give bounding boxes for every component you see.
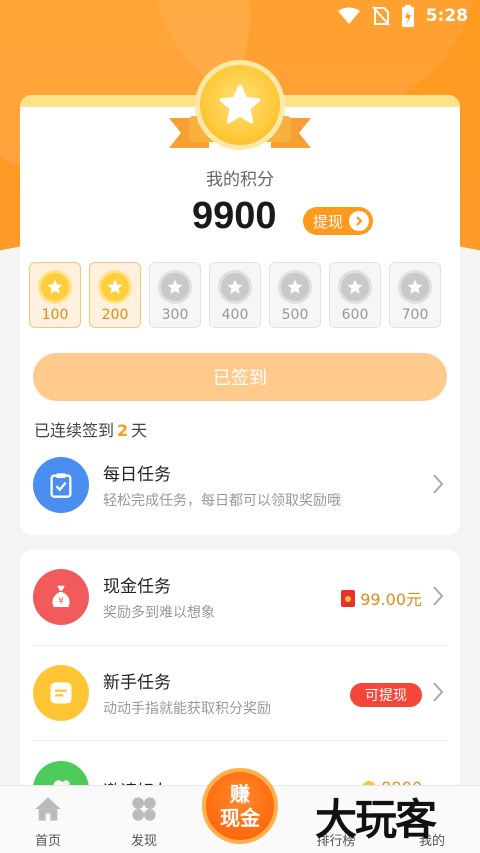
newbie-task-row[interactable]: 新手任务 动动手指就能获取积分奖励 可提现 [20,648,460,738]
checkin-day-amount: 700 [401,307,429,323]
daily-task-subtitle: 轻松完成任务，每日都可以领取奖励哦 [103,493,341,509]
points-medal [167,60,313,160]
checkin-streak: 已连续签到 2 天 [34,421,148,440]
streak-days: 2 [117,421,129,440]
checkin-day-1[interactable]: 100 [29,262,81,328]
checkin-day-amount: 600 [341,307,369,323]
withdraw-label: 提现 [313,212,344,231]
earn-cash-button[interactable]: 赚 现金 [202,768,278,844]
checkin-day-amount: 400 [221,307,249,323]
newbie-task-title: 新手任务 [103,673,171,693]
points-value: 9900 [192,195,277,237]
chevron-right-icon [349,211,369,231]
cash-task-subtitle: 奖励多到难以想象 [103,605,215,621]
tab-home[interactable]: 首页 [18,794,78,849]
star-coin-icon [158,270,192,304]
points-card: 我的积分 9900 提现 100 200 300 400 500 600 700 已签到 已… [20,60,460,535]
chevron-right-icon [433,474,444,494]
wifi-icon [337,7,360,24]
checkin-day-amount: 100 [41,307,69,323]
checkin-day-5[interactable]: 500 [269,262,321,328]
checkin-day-4[interactable]: 400 [209,262,261,328]
withdraw-button[interactable]: 提现 [303,207,373,235]
checkin-day-6[interactable]: 600 [329,262,381,328]
status-bar: 5:28 [0,0,480,32]
daily-task-title: 每日任务 [103,465,171,485]
chevron-right-icon [433,682,444,702]
star-coin-icon [98,270,132,304]
star-coin-icon [338,270,372,304]
signed-in-button[interactable]: 已签到 [33,353,447,401]
withdrawable-badge: 可提现 [350,683,422,707]
star-coin-icon [218,270,252,304]
watermark-logo: 大玩客 [315,795,437,844]
newbie-task-subtitle: 动动手指就能获取积分奖励 [103,701,271,717]
checkin-day-7[interactable]: 700 [389,262,441,328]
daily-task-row[interactable]: 每日任务 轻松完成任务，每日都可以领取奖励哦 [20,440,460,530]
tab-discover[interactable]: 发现 [114,794,174,849]
status-time: 5:28 [425,6,468,26]
star-coin-icon [38,270,72,304]
checkin-day-amount: 200 [101,307,129,323]
battery-charging-icon [401,5,414,27]
checkin-day-amount: 500 [281,307,309,323]
cash-task-title: 现金任务 [103,577,171,597]
svg-text:¥: ¥ [58,596,64,606]
checkin-day-3[interactable]: 300 [149,262,201,328]
money-bag-icon: ¥ [33,569,89,625]
star-coin-icon [278,270,312,304]
chevron-right-icon [433,586,444,606]
red-envelope-icon [341,589,356,607]
star-coin-icon [398,270,432,304]
checkin-days: 100 200 300 400 500 600 700 [29,262,451,328]
checkin-day-2[interactable]: 200 [89,262,141,328]
points-label: 我的积分 [206,170,274,190]
home-icon [33,794,63,824]
note-icon [33,665,89,721]
checkin-day-amount: 300 [161,307,189,323]
clipboard-check-icon [33,457,89,513]
cash-task-reward: 99.00元 [341,586,422,610]
cash-task-row[interactable]: ¥ 现金任务 奖励多到难以想象 99.00元 [20,552,460,642]
star-icon [219,84,261,124]
no-sim-icon [371,6,390,26]
discover-icon [129,794,159,824]
